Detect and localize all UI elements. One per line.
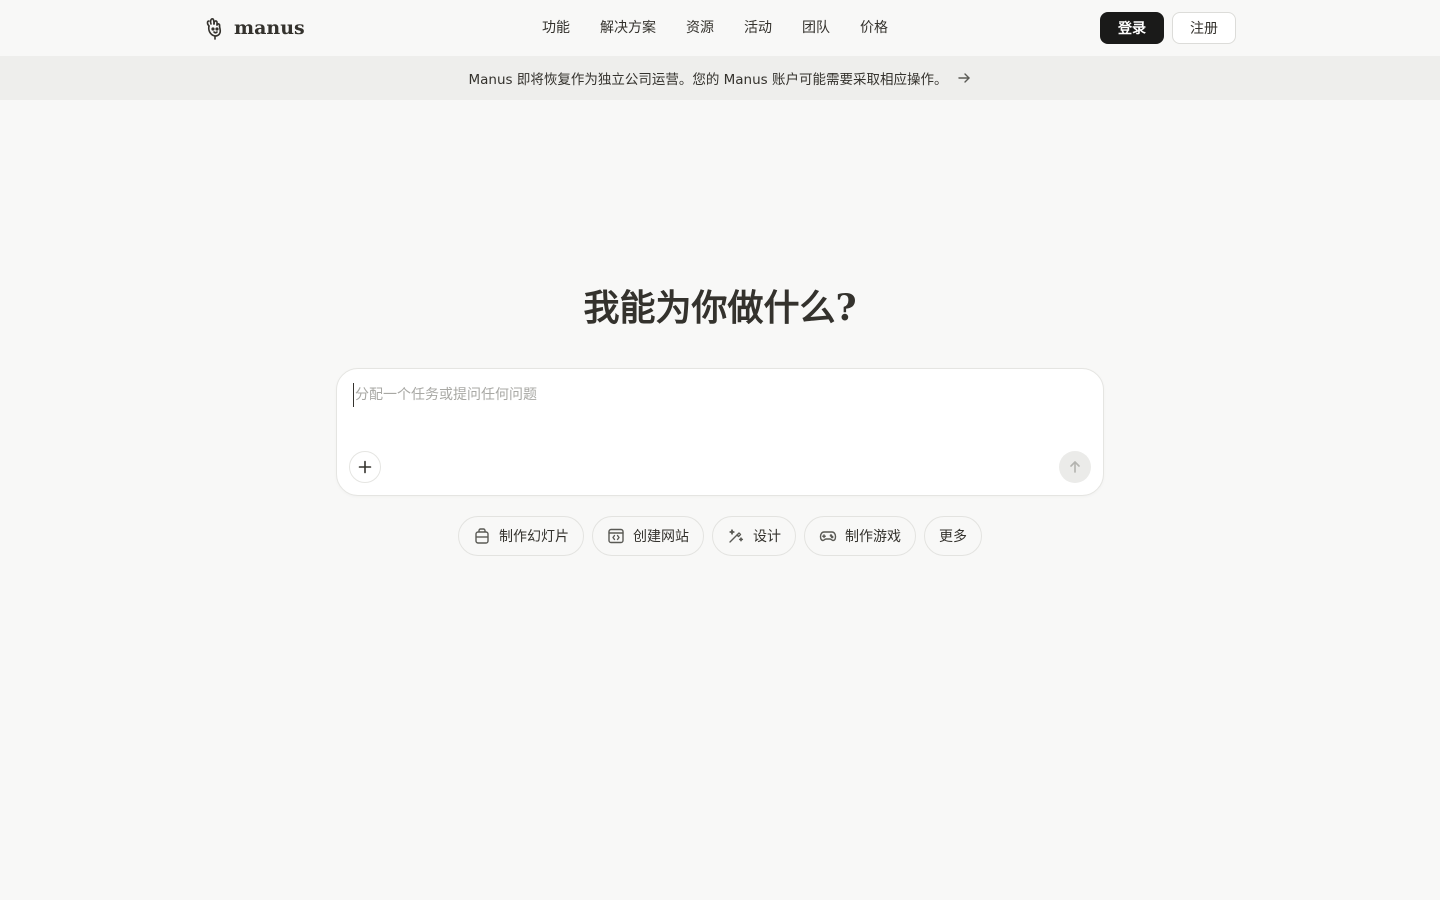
add-attachment-button[interactable]	[349, 451, 381, 483]
chip-make-game[interactable]: 制作游戏	[804, 516, 916, 556]
chip-design[interactable]: 设计	[712, 516, 796, 556]
task-composer	[336, 368, 1104, 496]
logo-text: manus	[234, 17, 305, 39]
top-header: manus 功能 解决方案 资源 活动 团队 价格 登录 注册	[0, 0, 1440, 56]
announcement-banner[interactable]: Manus 即将恢复作为独立公司运营。您的 Manus 账户可能需要采取相应操作…	[0, 56, 1440, 100]
nav-item-events[interactable]: 活动	[744, 17, 772, 39]
gamepad-icon	[819, 531, 837, 542]
plus-icon	[358, 460, 372, 474]
design-icon	[729, 529, 744, 543]
chip-label: 创建网站	[633, 529, 689, 545]
manus-logo[interactable]: manus	[204, 13, 305, 43]
task-input[interactable]	[353, 383, 1083, 407]
slides-icon	[475, 528, 489, 544]
chip-label: 制作幻灯片	[499, 529, 569, 545]
website-icon	[608, 528, 624, 544]
nav-item-team[interactable]: 团队	[802, 17, 830, 39]
chip-create-website[interactable]: 创建网站	[592, 516, 704, 556]
chip-label: 制作游戏	[845, 529, 901, 545]
arrow-right-icon	[957, 73, 970, 83]
chip-more[interactable]: 更多	[924, 516, 982, 556]
nav-item-solutions[interactable]: 解决方案	[600, 17, 656, 39]
main-nav: 功能 解决方案 资源 活动 团队 价格	[542, 17, 918, 39]
nav-item-pricing[interactable]: 价格	[860, 17, 888, 39]
login-button[interactable]: 登录	[1100, 12, 1164, 44]
chip-label: 设计	[753, 529, 781, 545]
page-title: 我能为你做什么?	[583, 287, 857, 329]
chip-label: 更多	[939, 529, 967, 545]
manus-hand-icon	[206, 18, 222, 40]
nav-item-features[interactable]: 功能	[542, 17, 570, 39]
nav-item-resources[interactable]: 资源	[686, 17, 714, 39]
send-button[interactable]	[1059, 451, 1091, 483]
quick-actions: 制作幻灯片 创建网站 设计 制作游戏 更多	[0, 516, 1440, 556]
chip-make-slides[interactable]: 制作幻灯片	[458, 516, 584, 556]
arrow-up-icon	[1070, 461, 1080, 473]
signup-button[interactable]: 注册	[1172, 12, 1236, 44]
banner-text: Manus 即将恢复作为独立公司运营。您的 Manus 账户可能需要采取相应操作…	[468, 72, 948, 88]
